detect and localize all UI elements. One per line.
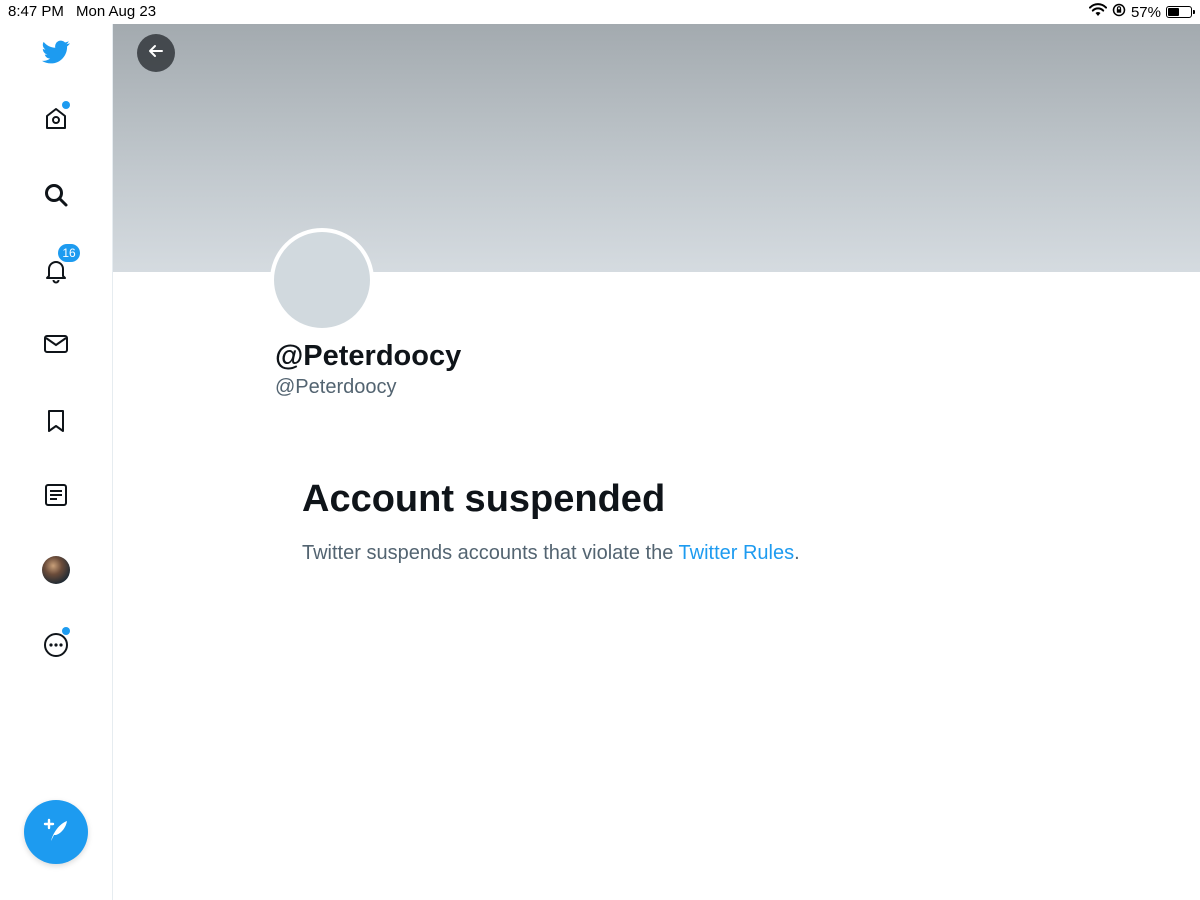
sidebar: 16 xyxy=(0,24,113,900)
profile-handle: @Peterdoocy xyxy=(275,376,397,398)
bookmarks-icon[interactable] xyxy=(36,401,76,441)
home-icon[interactable] xyxy=(36,99,76,139)
compose-tweet-icon xyxy=(39,813,73,852)
suspension-title: Account suspended xyxy=(302,478,666,520)
back-arrow-icon xyxy=(147,42,165,65)
status-time: 8:47 PM xyxy=(8,3,64,20)
more-notification-dot xyxy=(62,627,70,635)
twitter-logo-icon[interactable] xyxy=(36,32,76,72)
more-icon[interactable] xyxy=(36,625,76,665)
notifications-badge: 16 xyxy=(58,244,80,262)
profile-banner xyxy=(113,24,1200,272)
battery-fill xyxy=(1168,8,1180,16)
battery-percent: 57% xyxy=(1130,3,1161,21)
suspension-text-after: . xyxy=(794,542,800,564)
orientation-lock-icon xyxy=(1112,3,1126,21)
compose-tweet-button[interactable] xyxy=(24,800,88,864)
profile-avatar-large xyxy=(270,228,374,332)
battery-icon xyxy=(1166,6,1195,18)
search-icon[interactable] xyxy=(36,175,76,215)
status-bar: 8:47 PM Mon Aug 23 57% xyxy=(0,0,1200,24)
suspension-text-before: Twitter suspends accounts that violate t… xyxy=(302,542,679,564)
profile-avatar[interactable] xyxy=(36,550,76,590)
wifi-icon xyxy=(1088,3,1107,21)
status-date: Mon Aug 23 xyxy=(76,3,157,20)
suspension-message: Twitter suspends accounts that violate t… xyxy=(302,542,800,565)
home-notification-dot xyxy=(62,101,70,109)
avatar xyxy=(42,556,70,584)
profile-display-name: @Peterdoocy xyxy=(275,340,462,372)
messages-icon[interactable] xyxy=(36,324,76,364)
twitter-rules-link[interactable]: Twitter Rules xyxy=(679,542,795,564)
back-button[interactable] xyxy=(137,34,175,72)
lists-icon[interactable] xyxy=(36,475,76,515)
status-indicators: 57% xyxy=(1088,3,1195,21)
notifications-icon[interactable]: 16 xyxy=(36,244,80,290)
